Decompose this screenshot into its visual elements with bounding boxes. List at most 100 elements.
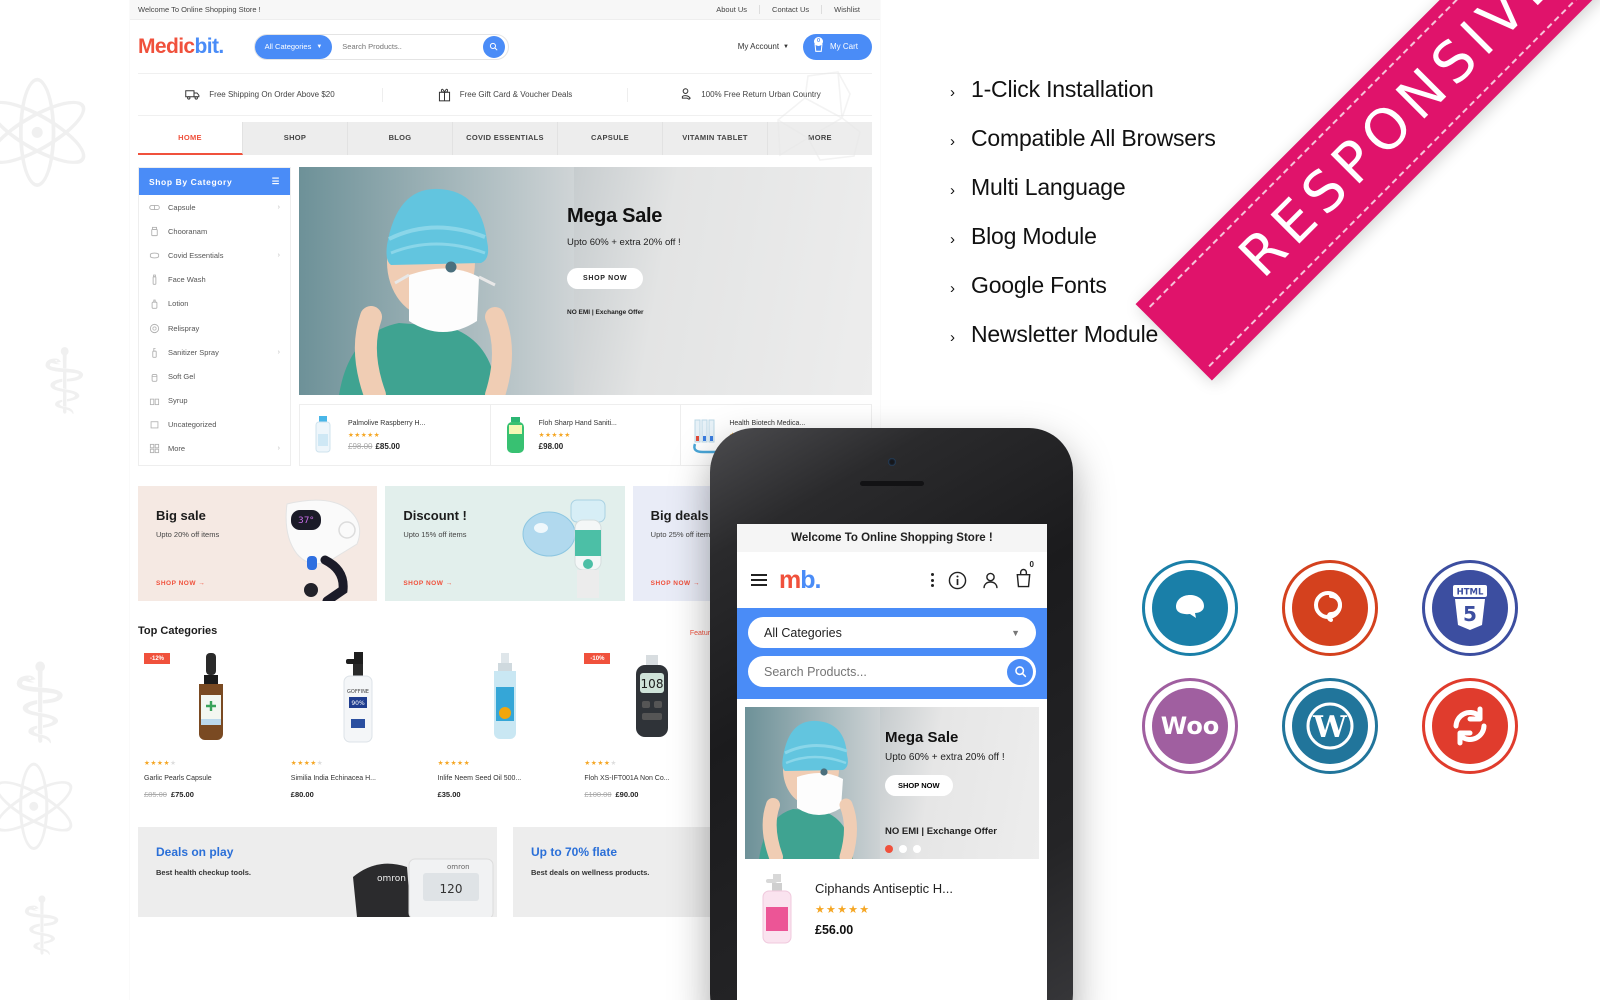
mini-product-card[interactable]: Floh Sharp Hand Saniti... ★★★★★ £98.00 [489,405,681,465]
product-card[interactable]: -10% 108 ★★★★★ Floh XS-IFT001A Non Co...… [578,647,725,799]
search-bar: All Categories ▼ [253,33,509,60]
nav-item-shop[interactable]: SHOP [243,122,348,155]
phone-hero-shop-now-button[interactable]: SHOP NOW [885,775,953,796]
caduceus-watermark-icon: ⚕ [40,333,89,433]
sidebar-item-syrup[interactable]: Syrup [139,389,290,413]
rating-stars: ★★★★★ [815,904,871,916]
search-icon [489,42,498,51]
logo-dot: . [814,565,822,594]
nurse-photo [745,707,880,859]
sidebar-item-covid-essentials[interactable]: Covid Essentials › [139,243,290,267]
promo-cta[interactable]: SHOP NOW → [651,580,700,587]
promo-cta[interactable]: SHOP NOW → [403,580,452,587]
sidebar-item-label: Syrup [168,396,188,406]
service-gift-card: Free Gift Card & Voucher Deals [382,87,627,102]
sidebar-item-label: Capsule [168,202,196,212]
logo-text-b: b [800,565,815,594]
promo-cta[interactable]: SHOP NOW → [156,580,205,587]
topbar-link-about[interactable]: About Us [704,5,759,14]
phone-search-button[interactable] [1007,658,1033,685]
cart-label: My Cart [830,42,858,51]
feature-label: Compatible All Browsers [971,125,1216,151]
search-button[interactable] [482,35,505,58]
sidebar-item-face-wash[interactable]: Face Wash [139,268,290,292]
sidebar-item-chooranam[interactable]: Chooranam [139,219,290,243]
product-name: Garlic Pearls Capsule [144,775,212,782]
category-dropdown[interactable]: All Categories ▼ [254,34,333,59]
nav-item-home[interactable]: HOME [138,122,243,155]
phone-product-card[interactable]: Ciphands Antiseptic H... ★★★★★ £56.00 [737,859,1047,945]
carousel-dot-2[interactable] [899,845,907,853]
product-card[interactable]: GOFFINE 90% ★★★★★ Similia India Echinace… [285,647,432,799]
opencart-icon [1282,560,1378,656]
syrup-icon [149,398,160,406]
caduceus-watermark-icon: ⚕ [20,882,64,971]
phone-hero-subtitle: Upto 60% + extra 20% off ! [885,752,1005,763]
my-account-label: My Account [737,42,780,51]
nav-item-covid-essentials[interactable]: COVID ESSENTIALS [453,122,558,155]
feature-label: Multi Language [971,174,1126,200]
topbar-link-wishlist[interactable]: Wishlist [821,5,872,14]
sidebar-header: Shop By Category ☰ [139,168,290,195]
hero-title: Mega Sale [567,205,663,227]
current-price: £75.00 [170,790,194,799]
info-circle-icon[interactable] [948,571,967,590]
product-card[interactable]: -12% ★★★★★ Garlic Pearls Capsule £85.00 £… [138,647,285,799]
phone-search-input[interactable] [764,664,1007,679]
logo-dot: . [218,34,224,58]
promo-big-sale[interactable]: Big sale Upto 20% off items SHOP NOW → 3… [138,486,378,601]
current-price: £85.00 [375,441,400,451]
service-label: Free Gift Card & Voucher Deals [459,90,573,99]
hero-shop-now-button[interactable]: SHOP NOW [567,268,644,289]
rating-stars: ★★★★★ [437,760,471,767]
current-price: £80.00 [290,790,314,799]
phone-cart[interactable]: 0 [1014,560,1034,593]
my-account-menu[interactable]: My Account ▼ [738,42,789,51]
hamburger-icon[interactable] [751,574,767,586]
caduceus-watermark-icon: ⚕ [10,643,70,766]
sidebar-item-more[interactable]: More › [139,437,290,461]
nav-item-capsule[interactable]: CAPSULE [558,122,663,155]
bp-machine-image: 120 omron omron [353,858,494,917]
mailchimp-icon [1142,560,1238,656]
nav-item-blog[interactable]: BLOG [348,122,453,155]
header-actions: My Account ▼ 0 My Cart [738,33,872,60]
sidebar-item-capsule[interactable]: Capsule › [139,195,290,219]
badge-ring [1282,560,1378,656]
badge-ring [1422,560,1518,656]
site-logo[interactable]: Medicbit. [138,35,224,59]
carousel-dot-3[interactable] [913,845,921,853]
product-price: £100.00 £90.00 [584,790,719,799]
carousel-dot-1[interactable] [885,845,893,853]
carousel-dots[interactable] [885,845,921,853]
chevron-right-icon: › [950,133,955,150]
auto-update-icon [1422,678,1518,774]
sidebar-item-sanitizer-spray[interactable]: Sanitizer Spray › [139,340,290,364]
rating-stars: ★★★★★ [348,431,381,439]
phone-logo[interactable]: mb. [779,565,822,594]
jar-icon [151,226,158,236]
user-icon[interactable] [981,571,1000,590]
topbar-link-contact[interactable]: Contact Us [759,5,821,14]
sidebar-item-soft-gel[interactable]: Soft Gel [139,364,290,388]
logo-text-medic: Medic [138,34,195,58]
current-price: £90.00 [615,790,639,799]
sidebar-item-label: Uncategorized [168,420,217,430]
hero-banner[interactable]: Mega Sale Upto 60% + extra 20% off ! SHO… [299,167,872,395]
phone-category-dropdown[interactable]: All Categories ▼ [748,617,1036,648]
sidebar-item-relispray[interactable]: Relispray [139,316,290,340]
search-input[interactable] [332,42,483,51]
phone-hero-banner[interactable]: Mega Sale Upto 60% + extra 20% off ! SHO… [745,707,1039,859]
feature-label: 1-Click Installation [971,76,1154,102]
sidebar-item-lotion[interactable]: Lotion [139,292,290,316]
promo-discount[interactable]: Discount ! Upto 15% off items SHOP NOW → [385,486,625,601]
cart-button[interactable]: 0 My Cart [803,33,872,60]
more-vertical-icon[interactable] [931,573,934,587]
hamburger-icon[interactable]: ☰ [272,176,280,187]
deal-banner-checkup[interactable]: Deals on play Best health checkup tools.… [138,827,497,917]
product-card[interactable]: ★★★★★ Inlife Neem Seed Oil 500... £35.00 [432,647,579,799]
sidebar-item-uncategorized[interactable]: Uncategorized [139,413,290,437]
welcome-message: Welcome To Online Shopping Store ! [138,5,261,14]
shopping-bag-icon [1016,568,1031,588]
mini-product-card[interactable]: Palmolive Raspberry H... ★★★★★ £98.00 £85… [300,405,490,465]
